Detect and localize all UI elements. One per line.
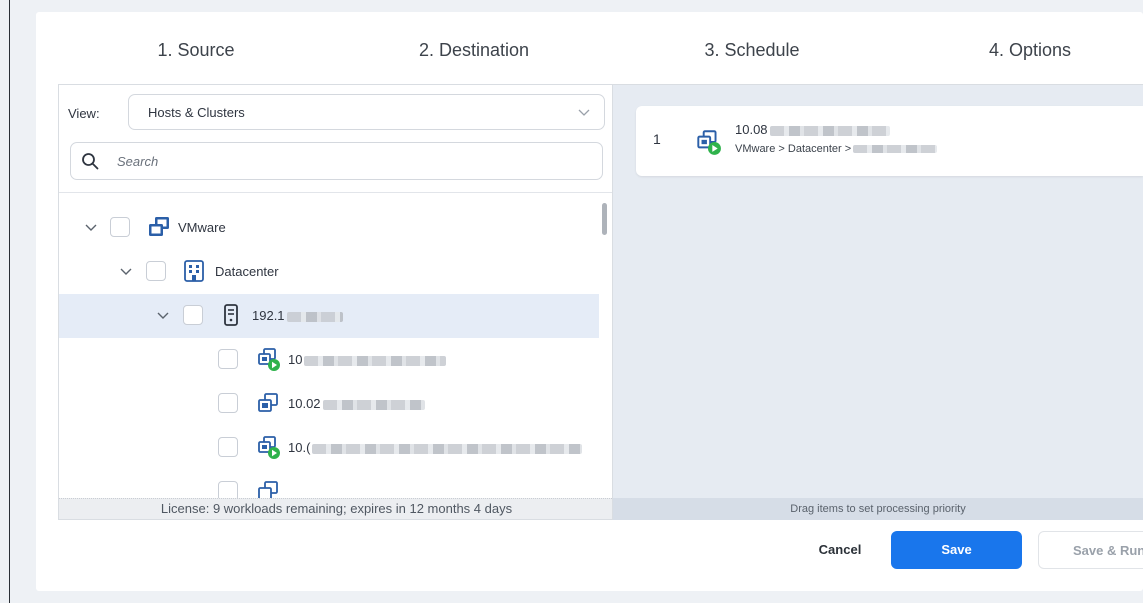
save-and-run-button[interactable]: Save & Run — [1038, 531, 1143, 569]
tree-node-vm[interactable]: 10.02 — [59, 382, 599, 426]
checkbox[interactable] — [110, 217, 130, 237]
tree-node-host[interactable]: 192.1 — [59, 294, 599, 338]
search-placeholder: Search — [117, 154, 159, 169]
license-status: License: 9 workloads remaining; expires … — [59, 498, 612, 519]
datacenter-icon — [184, 260, 204, 282]
search-icon — [82, 153, 99, 170]
selected-item-card[interactable]: 1 10.08 VMware > Datacenter > — [636, 106, 1143, 176]
tree-node-datacenter[interactable]: Datacenter — [59, 250, 599, 294]
tab-options[interactable]: 4. Options — [930, 40, 1130, 61]
tree-node-vm[interactable] — [59, 470, 599, 498]
chevron-down-icon[interactable] — [157, 309, 169, 321]
checkbox[interactable] — [218, 393, 238, 413]
host-server-icon — [224, 304, 238, 326]
tree-node-label: 10.( — [288, 440, 583, 455]
checkbox[interactable] — [218, 481, 238, 498]
selected-items-panel: 1 10.08 VMware > Datacenter > Drag items… — [613, 84, 1143, 520]
window-edge — [9, 0, 10, 603]
tree-node-vm[interactable]: 10 — [59, 338, 599, 382]
inventory-tree: VMware Datacenter 192.1 10 10.02 10.( — [59, 193, 612, 498]
tree-scrollbar[interactable] — [602, 203, 607, 235]
tab-destination[interactable]: 2. Destination — [374, 40, 574, 61]
checkbox[interactable] — [146, 261, 166, 281]
checkbox[interactable] — [218, 349, 238, 369]
tree-node-label: 192.1 — [252, 308, 343, 323]
tree-node-label: Datacenter — [215, 264, 279, 279]
vm-icon — [258, 393, 278, 412]
tree-node-vmware[interactable]: VMware — [59, 206, 599, 250]
checkbox[interactable] — [218, 437, 238, 457]
vm-icon — [258, 481, 278, 498]
vmware-icon — [149, 217, 169, 236]
priority-number: 1 — [653, 131, 661, 147]
inventory-panel: View: Hosts & Clusters Search VMware Dat… — [58, 84, 613, 520]
item-path: VMware > Datacenter > — [735, 143, 938, 155]
tree-node-label: 10 — [288, 352, 447, 367]
view-label: View: — [68, 106, 100, 121]
tree-node-vm[interactable]: 10.( — [59, 426, 599, 470]
tab-source[interactable]: 1. Source — [96, 40, 296, 61]
chevron-down-icon[interactable] — [85, 221, 97, 233]
view-dropdown[interactable]: Hosts & Clusters — [128, 94, 605, 130]
view-selected-value: Hosts & Clusters — [148, 105, 245, 120]
save-button[interactable]: Save — [891, 531, 1022, 569]
checkbox[interactable] — [183, 305, 203, 325]
vm-running-icon — [258, 348, 280, 371]
vm-running-icon — [258, 436, 280, 459]
item-name: 10.08 — [735, 122, 890, 137]
search-input[interactable]: Search — [70, 142, 603, 180]
vm-running-icon — [697, 130, 721, 155]
chevron-down-icon[interactable] — [120, 265, 132, 277]
tree-node-label: VMware — [178, 220, 226, 235]
chevron-down-icon — [578, 109, 590, 116]
tree-node-label: 10.02 — [288, 396, 425, 411]
drag-hint: Drag items to set processing priority — [613, 498, 1143, 520]
tab-schedule[interactable]: 3. Schedule — [652, 40, 852, 61]
job-wizard-card: 1. Source 2. Destination 3. Schedule 4. … — [36, 12, 1143, 591]
cancel-button[interactable]: Cancel — [793, 531, 887, 569]
